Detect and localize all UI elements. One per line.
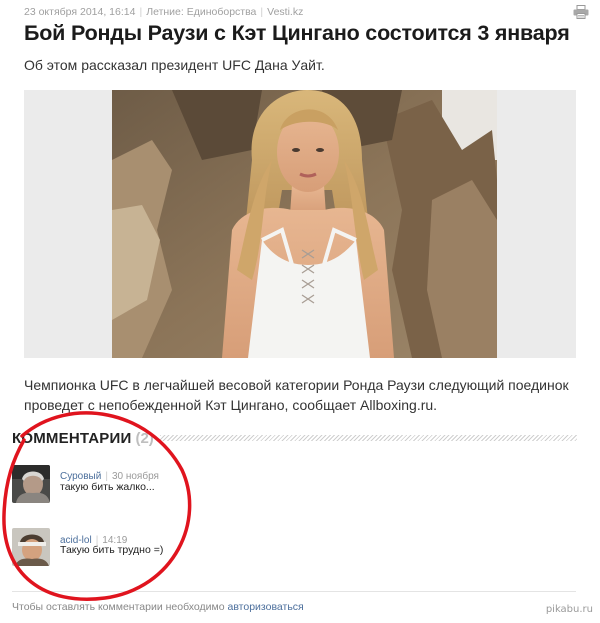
login-link[interactable]: авторизоваться bbox=[227, 601, 303, 613]
comments-count: (2) bbox=[135, 430, 154, 447]
comments-header: КОММЕНТАРИИ (2) bbox=[12, 430, 577, 448]
article-date: 23 октября 2014, 16:14 bbox=[24, 6, 136, 18]
watermark: pikabu.ru bbox=[545, 604, 593, 615]
article-title: Бой Ронды Раузи с Кэт Цингано состоится … bbox=[24, 21, 570, 45]
comments-title: КОММЕНТАРИИ bbox=[12, 430, 132, 447]
article-photo bbox=[112, 90, 497, 358]
comments-footer-divider bbox=[12, 591, 576, 592]
article-meta: 23 октября 2014, 16:14 | Летние: Единоборс… bbox=[24, 6, 304, 18]
article-section[interactable]: Летние: Единоборства bbox=[146, 6, 256, 18]
login-prompt-text: Чтобы оставлять комментарии необходимо bbox=[12, 601, 228, 613]
login-prompt: Чтобы оставлять комментарии необходимо а… bbox=[12, 601, 304, 613]
article-body: Чемпионка UFC в легчайшей весовой катего… bbox=[24, 377, 569, 413]
avatar[interactable] bbox=[12, 465, 50, 503]
avatar[interactable] bbox=[12, 528, 50, 566]
comments-divider bbox=[160, 435, 577, 441]
article-source[interactable]: Vesti.kz bbox=[267, 6, 303, 18]
comment-text: Такую бить трудно =) bbox=[60, 544, 164, 556]
printer-icon[interactable] bbox=[573, 5, 589, 19]
comment-text: такую бить жалко... bbox=[60, 481, 155, 493]
article-lead: Об этом рассказал президент UFC Дана Уай… bbox=[24, 57, 325, 73]
